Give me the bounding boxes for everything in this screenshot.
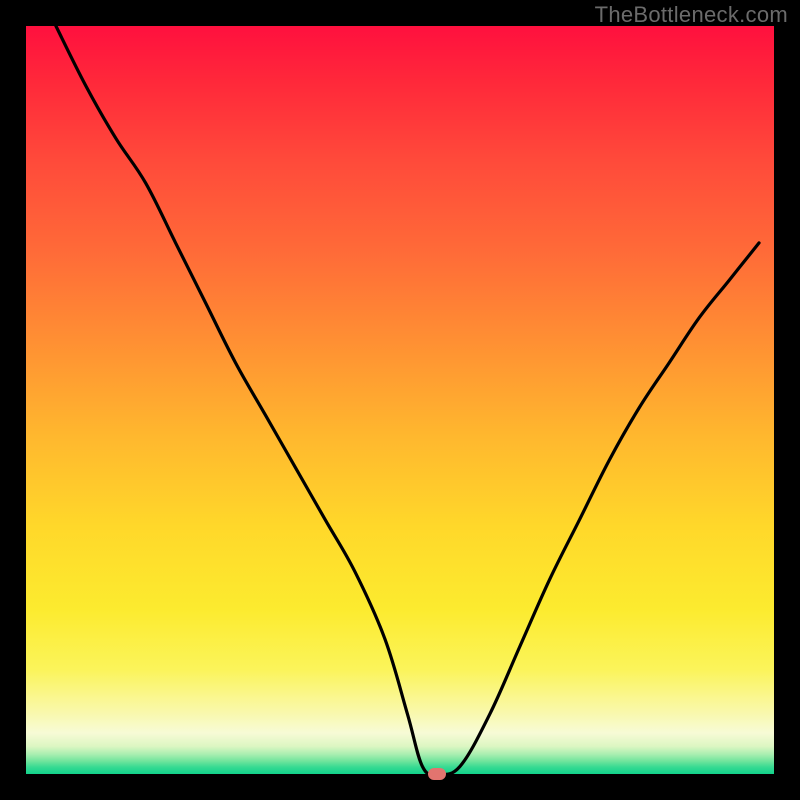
watermark-text: TheBottleneck.com xyxy=(595,2,788,28)
minimum-marker xyxy=(428,768,446,780)
bottleneck-curve xyxy=(26,26,774,774)
chart-frame: TheBottleneck.com xyxy=(0,0,800,800)
plot-area xyxy=(26,26,774,774)
